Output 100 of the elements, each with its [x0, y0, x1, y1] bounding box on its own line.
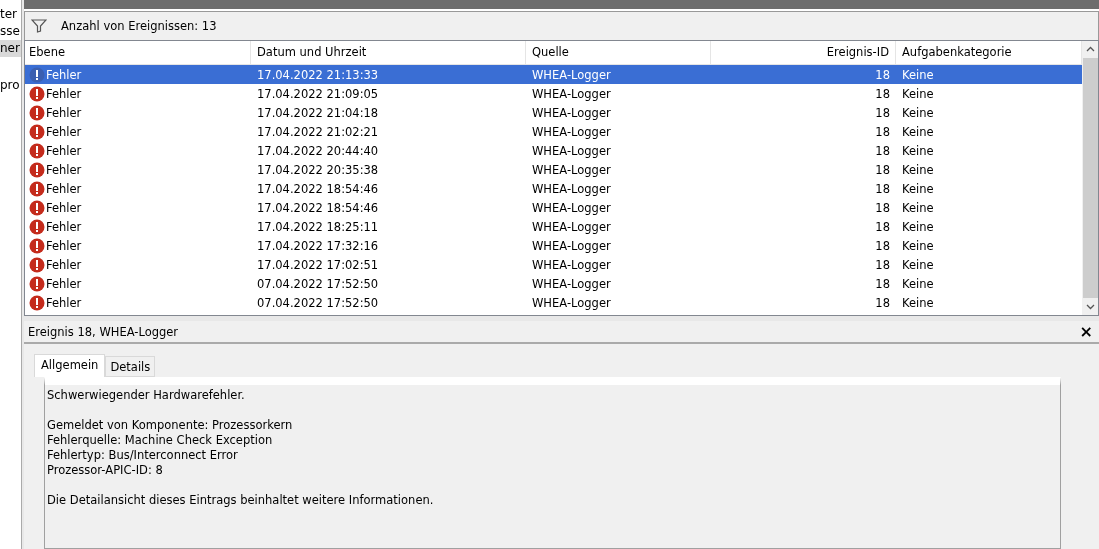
error-icon [29, 237, 45, 254]
event-row[interactable]: Fehler 17.04.2022 21:02:21 WHEA-Logger 18 Keine [25, 122, 1082, 141]
event-row[interactable]: Fehler 17.04.2022 18:54:46 WHEA-Logger 18 Keine [25, 179, 1082, 198]
table-cell-text: 18 [874, 181, 891, 196]
table-cell: Fehler [46, 181, 82, 196]
table-cell-text: 18 [874, 67, 891, 82]
table-cell: Fehler [46, 219, 82, 234]
table-cell-text: 17.04.2022 18:54:46 [256, 200, 380, 215]
error-icon [29, 104, 45, 121]
table-cell-text: 18 [874, 124, 891, 139]
description-line: Schwerwiegender Hardwarefehler. [47, 388, 246, 403]
table-cell-text: 17.04.2022 21:09:05 [256, 86, 380, 101]
table-cell: Fehler [46, 295, 82, 310]
table-cell-text: Keine [901, 162, 935, 177]
close-button[interactable]: × [1077, 323, 1095, 340]
error-icon [29, 123, 45, 140]
table-cell-text: 17.04.2022 21:04:18 [256, 105, 380, 120]
error-icon [29, 142, 45, 159]
event-row[interactable]: Fehler 17.04.2022 21:09:05 WHEA-Logger 18 Keine [25, 84, 1082, 103]
table-cell-text: WHEA-Logger [531, 143, 612, 158]
table-cell-text: 18 [874, 162, 891, 177]
scroll-down-icon[interactable] [1085, 304, 1095, 310]
error-icon [29, 85, 45, 102]
event-row[interactable]: Fehler 07.04.2022 17:52:50 WHEA-Logger 18 Keine [25, 274, 1082, 293]
description-line: Fehlertyp: Bus/Interconnect Error [47, 448, 239, 463]
table-cell-text: 18 [874, 86, 891, 101]
description-line: Gemeldet von Komponente: Prozessorkern [47, 418, 294, 433]
description-line: Fehlerquelle: Machine Check Exception [47, 433, 274, 448]
table-cell-text: Keine [901, 86, 935, 101]
table-cell-text: Keine [901, 257, 935, 272]
table-cell: Fehler [46, 67, 82, 82]
event-row[interactable]: Fehler 17.04.2022 20:44:40 WHEA-Logger 18 Keine [25, 141, 1082, 160]
error-icon [29, 275, 45, 292]
table-cell-text: 17.04.2022 17:32:16 [256, 238, 380, 253]
error-icon [29, 218, 45, 235]
table-cell-text: Keine [901, 105, 935, 120]
event-row[interactable]: Fehler 17.04.2022 18:54:46 WHEA-Logger 18 Keine [25, 198, 1082, 217]
table-cell: Fehler [46, 276, 82, 291]
table-cell-text: Keine [901, 219, 935, 234]
event-row[interactable]: Fehler 17.04.2022 21:13:33 WHEA-Logger 18 Keine [25, 65, 1082, 84]
table-cell-text: WHEA-Logger [531, 162, 612, 177]
table-cell-text: 18 [874, 200, 891, 215]
table-cell: Fehler [46, 86, 82, 101]
table-cell-text: WHEA-Logger [531, 181, 612, 196]
tab[interactable]: Details [105, 356, 156, 377]
event-row[interactable]: Fehler 17.04.2022 17:02:51 WHEA-Logger 18 Keine [25, 255, 1082, 274]
table-cell-text: 18 [874, 219, 891, 234]
event-count: Anzahl von Ereignissen: 13 [61, 19, 217, 33]
column-header[interactable]: Quelle [526, 41, 711, 64]
table-cell-text: Keine [901, 200, 935, 215]
table-cell-text: WHEA-Logger [531, 257, 612, 272]
table-cell-text: Keine [901, 67, 935, 82]
table-cell-text: WHEA-Logger [531, 67, 612, 82]
scroll-up-icon[interactable] [1085, 46, 1095, 52]
table-cell-text: Keine [901, 295, 935, 310]
description-line: Die Detailansicht dieses Eintrags beinhaltet weitere Informationen. [47, 493, 435, 508]
table-cell: Fehler [46, 238, 82, 253]
table-cell-text: WHEA-Logger [531, 238, 612, 253]
table-cell-text: Keine [901, 124, 935, 139]
column-header[interactable]: Datum und Uhrzeit [251, 41, 526, 64]
table-cell-text: 17.04.2022 21:13:33 [256, 67, 380, 82]
event-row[interactable]: Fehler 17.04.2022 20:35:38 WHEA-Logger 18 Keine [25, 160, 1082, 179]
table-cell-text: WHEA-Logger [531, 219, 612, 234]
column-header[interactable]: Ebene [25, 41, 251, 64]
table-cell-text: WHEA-Logger [531, 276, 612, 291]
table-cell-text: WHEA-Logger [531, 86, 612, 101]
event-row[interactable]: Fehler 07.04.2022 17:52:50 WHEA-Logger 18 Keine [25, 293, 1082, 312]
table-cell-text: 18 [874, 143, 891, 158]
table-cell: Fehler [46, 162, 82, 177]
event-row[interactable]: Fehler 17.04.2022 17:32:16 WHEA-Logger 18 Keine [25, 236, 1082, 255]
table-cell-text: 18 [874, 257, 891, 272]
table-cell-text: Keine [901, 238, 935, 253]
table-cell-text: 17.04.2022 18:25:11 [256, 219, 380, 234]
table-cell-text: Keine [901, 276, 935, 291]
scrollbar[interactable] [1082, 41, 1098, 315]
table-cell-text: 07.04.2022 17:52:50 [256, 295, 380, 310]
sidebar-item[interactable]: sse [0, 23, 21, 40]
table-cell-text: 17.04.2022 20:44:40 [256, 143, 380, 158]
table-cell-text: 18 [874, 238, 891, 253]
error-icon [29, 180, 45, 197]
sidebar-item[interactable]: pro [0, 77, 21, 94]
filter-icon[interactable] [31, 19, 47, 33]
sidebar-item[interactable]: ner [0, 40, 21, 57]
tab[interactable]: Allgemein [34, 354, 106, 377]
table-cell-text: 18 [874, 276, 891, 291]
table-cell: Fehler [46, 143, 82, 158]
detail-title: Ereignis 18, WHEA-Logger [28, 324, 179, 339]
table-cell-text: 17.04.2022 21:02:21 [256, 124, 380, 139]
event-row[interactable]: Fehler 17.04.2022 18:25:11 WHEA-Logger 18 Keine [25, 217, 1082, 236]
error-icon [29, 294, 45, 311]
column-header[interactable]: Ereignis-ID [711, 41, 896, 64]
table-cell-text: Keine [901, 181, 935, 196]
table-cell: Fehler [46, 257, 82, 272]
sidebar-item[interactable]: ter [0, 6, 21, 23]
error-icon [29, 161, 45, 178]
table-cell-text: WHEA-Logger [531, 124, 612, 139]
event-row[interactable]: Fehler 17.04.2022 21:04:18 WHEA-Logger 18 Keine [25, 103, 1082, 122]
table-cell: Fehler [46, 124, 82, 139]
error-icon [29, 256, 45, 273]
description-line: Prozessor-APIC-ID: 8 [47, 463, 164, 478]
